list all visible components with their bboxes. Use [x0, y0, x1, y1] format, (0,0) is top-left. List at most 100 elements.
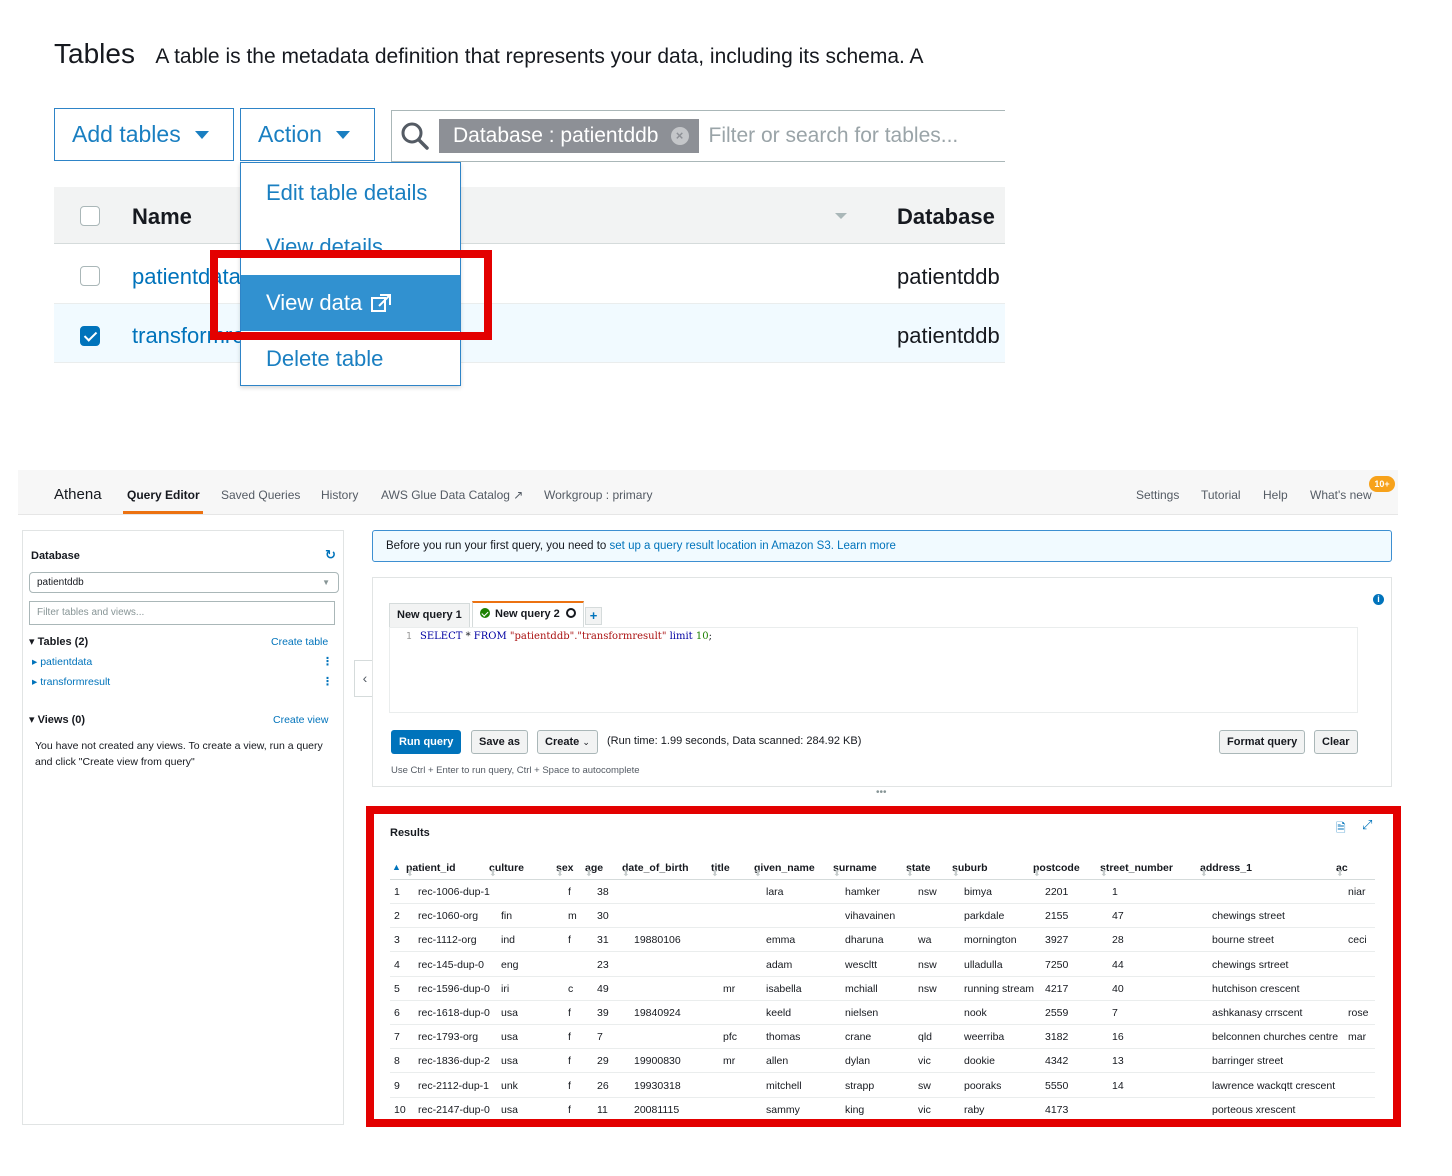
- results-column-header[interactable]: ⬍ given_name: [754, 862, 815, 878]
- row-checkbox[interactable]: [80, 266, 100, 286]
- table-row: 9 rec-2112-dup-1 unk f 26 19930318 mitchell str…: [390, 1074, 1375, 1098]
- kebab-menu-icon[interactable]: ⋮: [322, 675, 333, 688]
- table-cell: 5550: [1045, 1079, 1069, 1092]
- nav-settings[interactable]: Settings: [1136, 488, 1179, 502]
- menu-item-view-details[interactable]: View details: [241, 219, 460, 275]
- create-view-link[interactable]: Create view: [273, 714, 328, 726]
- nav-saved-queries[interactable]: Saved Queries: [221, 488, 300, 502]
- nav-history[interactable]: History: [321, 488, 358, 502]
- search-placeholder[interactable]: Filter or search for tables...: [709, 124, 959, 148]
- sort-icon[interactable]: ⬍: [952, 868, 960, 879]
- database-filter-token: Database : patientddb ×: [439, 119, 699, 153]
- create-button[interactable]: Create ⌄: [537, 730, 598, 754]
- filter-tables-input[interactable]: Filter tables and views...: [29, 601, 335, 625]
- tables-section-toggle[interactable]: ▾ Tables (2): [29, 635, 88, 648]
- add-tables-button[interactable]: Add tables: [54, 108, 234, 161]
- save-as-button[interactable]: Save as: [471, 730, 528, 754]
- table-cell: vihavainen: [845, 910, 896, 923]
- line-number: 1: [406, 631, 412, 642]
- nav-query-editor[interactable]: Query Editor: [127, 488, 200, 502]
- sort-icon[interactable]: ⬍: [906, 868, 914, 879]
- banner-setup-link[interactable]: set up a query result location in Amazon…: [610, 540, 834, 552]
- action-button[interactable]: Action: [240, 108, 375, 161]
- results-column-header[interactable]: ⬍ patient_id: [406, 862, 456, 878]
- results-column-header[interactable]: ⬍ postcode: [1033, 862, 1080, 878]
- table-row[interactable]: transformresult patientddb: [54, 304, 1005, 363]
- nav-glue-catalog[interactable]: AWS Glue Data Catalog ↗: [381, 488, 523, 502]
- run-query-button[interactable]: Run query: [391, 730, 462, 754]
- results-column-header[interactable]: ⬍ street_number: [1100, 862, 1173, 878]
- refresh-icon[interactable]: ↻: [325, 547, 336, 563]
- sort-icon[interactable]: ⬍: [622, 868, 630, 879]
- table-name-link[interactable]: patientdata: [132, 264, 241, 290]
- table-search[interactable]: Database : patientddb × Filter or search…: [391, 110, 1005, 162]
- results-column-header[interactable]: ⬍ sex: [556, 862, 574, 878]
- results-column-header[interactable]: ⬍ surname: [833, 862, 877, 878]
- banner-learn-more-link[interactable]: Learn more: [837, 540, 896, 552]
- column-database[interactable]: Database: [897, 204, 995, 230]
- kebab-menu-icon[interactable]: ⋮: [322, 655, 333, 668]
- menu-item-edit-table-details[interactable]: Edit table details: [241, 165, 460, 221]
- table-item-transformresult[interactable]: ▸ transformresult: [32, 676, 110, 688]
- results-column-header[interactable]: ⬍ title: [711, 862, 730, 878]
- chevron-left-icon: ‹: [362, 670, 368, 686]
- expand-icon[interactable]: ⤢: [1362, 817, 1372, 833]
- chevron-down-icon: [335, 130, 350, 139]
- table-cell: king: [845, 1103, 865, 1116]
- table-cell: 2155: [1045, 910, 1069, 923]
- table-cell: lara: [766, 886, 784, 898]
- sort-icon[interactable]: ⬍: [406, 868, 414, 879]
- tab-new-query-1[interactable]: New query 1: [389, 603, 470, 627]
- results-column-header[interactable]: ⬍ suburb: [952, 862, 988, 878]
- download-icon[interactable]: 🗎: [1336, 819, 1346, 840]
- sort-icon[interactable]: ⬍: [585, 868, 593, 879]
- table-cell: usa: [501, 1055, 518, 1068]
- results-column-header[interactable]: ⬍ age: [585, 862, 603, 878]
- sort-icon[interactable]: ⬍: [1100, 868, 1108, 879]
- sort-icon[interactable]: ⬍: [489, 868, 497, 879]
- sort-icon[interactable]: ⬍: [556, 868, 564, 879]
- select-all-checkbox[interactable]: [80, 206, 100, 226]
- table-row: 2 rec-1060-org fin m 30 vihavainen parkdale 215…: [390, 904, 1375, 929]
- remove-filter-icon[interactable]: ×: [670, 127, 689, 145]
- sort-icon[interactable]: ⬍: [711, 868, 719, 879]
- sort-icon[interactable]: ⬍: [1336, 868, 1344, 879]
- sort-icon[interactable]: ⬍: [754, 868, 762, 879]
- sort-icon[interactable]: ⬍: [833, 868, 841, 879]
- menu-item-view-data[interactable]: View data: [241, 275, 460, 331]
- add-tab-button[interactable]: +: [585, 607, 602, 625]
- tab-new-query-2[interactable]: New query 2: [472, 601, 584, 627]
- results-column-header[interactable]: ⬍ date_of_birth: [622, 862, 689, 878]
- info-icon[interactable]: i: [1373, 594, 1384, 605]
- sort-icon[interactable]: ⬍: [1033, 868, 1041, 879]
- row-checkbox[interactable]: [80, 326, 100, 346]
- sql-editor[interactable]: 1 SELECT * FROM "patientddb"."transformr…: [389, 627, 1358, 713]
- results-column-header[interactable]: ⬍ state: [906, 862, 931, 878]
- nav-help[interactable]: Help: [1263, 488, 1288, 502]
- table-item-patientdata[interactable]: ▸ patientdata: [32, 656, 92, 668]
- table-row[interactable]: patientdata patientddb: [54, 245, 1005, 304]
- resize-handle[interactable]: •••: [876, 787, 887, 798]
- nav-workgroup[interactable]: Workgroup : primary: [544, 488, 652, 502]
- format-query-button[interactable]: Format query: [1219, 730, 1306, 754]
- views-empty-text: You have not created any views. To creat…: [35, 740, 323, 768]
- create-table-link[interactable]: Create table: [271, 636, 328, 648]
- sort-asc-icon[interactable]: ▲: [392, 862, 401, 872]
- sort-icon[interactable]: ⬍: [1200, 868, 1208, 879]
- results-column-header[interactable]: ⬍ culture: [489, 862, 524, 878]
- close-icon[interactable]: [565, 608, 576, 618]
- nav-whats-new[interactable]: What's new: [1310, 488, 1372, 502]
- database-select[interactable]: patientddb ▼: [29, 572, 339, 593]
- table-cell: running stream: [964, 982, 1035, 995]
- results-column-header[interactable]: ⬍ address_1: [1200, 862, 1252, 878]
- sort-icon[interactable]: [835, 213, 847, 219]
- menu-item-delete-table[interactable]: Delete table: [241, 331, 460, 385]
- table-row: 5 rec-1596-dup-0 iri c 49 mr isabella mchiall ns…: [390, 977, 1375, 1001]
- results-column-header[interactable]: ⬍ ac: [1336, 862, 1348, 878]
- views-section-toggle[interactable]: ▾ Views (0): [29, 713, 85, 726]
- column-name[interactable]: Name: [132, 204, 192, 230]
- chevron-down-icon: [194, 130, 209, 139]
- table-cell: 7: [1112, 1007, 1118, 1019]
- nav-tutorial[interactable]: Tutorial: [1201, 488, 1241, 502]
- clear-button[interactable]: Clear: [1314, 730, 1358, 754]
